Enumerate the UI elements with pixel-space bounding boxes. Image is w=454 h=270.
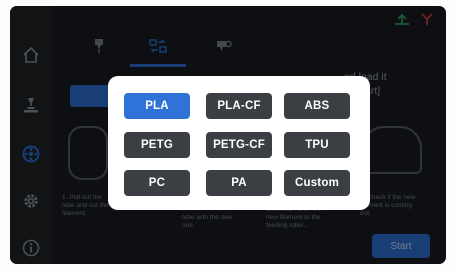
material-option-pla[interactable]: PLA <box>124 93 190 119</box>
material-option-pla-cf[interactable]: PLA-CF <box>206 93 272 119</box>
material-option-petg-cf[interactable]: PETG-CF <box>206 132 272 158</box>
device-frame: nd load it k [Start] 1. Pull out the tub… <box>0 0 454 270</box>
material-option-pa[interactable]: PA <box>206 170 272 196</box>
material-option-custom[interactable]: Custom <box>284 170 350 196</box>
material-selection-popup: PLA PLA-CF ABS PETG PETG-CF TPU PC PA Cu… <box>108 76 370 210</box>
printer-screen: nd load it k [Start] 1. Pull out the tub… <box>10 6 446 264</box>
material-option-petg[interactable]: PETG <box>124 132 190 158</box>
material-option-pc[interactable]: PC <box>124 170 190 196</box>
material-option-tpu[interactable]: TPU <box>284 132 350 158</box>
material-option-abs[interactable]: ABS <box>284 93 350 119</box>
